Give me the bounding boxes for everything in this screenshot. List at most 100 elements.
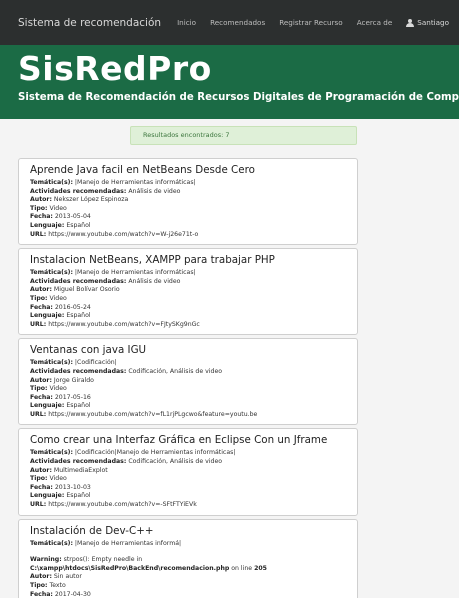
value-tematica: |Manejo de Herramientas informáticas| — [74, 179, 196, 186]
label-autor: Autor: — [30, 376, 52, 384]
value-actividades: Codificación, Análisis de video — [128, 458, 223, 466]
nav-item-inicio[interactable]: Inicio — [177, 18, 196, 27]
result-card: Como crear una Interfaz Gráfica en Eclip… — [18, 428, 358, 516]
label-tipo: Tipo: — [30, 475, 48, 483]
result-tipo: Tipo: Video — [30, 385, 345, 394]
label-tipo: Tipo: — [30, 294, 48, 302]
value-tematica: |Codificación|Manejo de Herramientas inf… — [74, 449, 236, 457]
warning-spacer — [30, 548, 345, 556]
result-lenguaje: Lenguaje: Español — [30, 222, 345, 231]
result-autor: Autor: Nekszer López Espinoza — [30, 196, 345, 205]
result-tematica: Temática(s): |Codificación| — [30, 359, 345, 368]
value-url[interactable]: https://www.youtube.com/watch?v=fL1rjPLg… — [48, 411, 257, 418]
value-tematica: |Codificación| — [74, 359, 117, 367]
value-url[interactable]: https://www.youtube.com/watch?v=W-j26e71… — [48, 231, 198, 238]
value-actividades: Codificación, Análisis de video — [128, 367, 223, 375]
result-autor: Autor: Jorge Giraldo — [30, 377, 345, 386]
value-lenguaje: Español — [66, 402, 91, 410]
label-fecha: Fecha: — [30, 393, 53, 401]
result-card: Instalación de Dev-C++ Temática(s): |Man… — [18, 518, 358, 598]
value-autor: Sin autor — [53, 573, 82, 581]
navbar-brand[interactable]: Sistema de recomendación — [18, 17, 161, 29]
label-tematica: Temática(s): — [30, 179, 73, 186]
label-url: URL: — [30, 230, 47, 238]
label-url: URL: — [30, 410, 47, 418]
user-icon — [406, 18, 415, 27]
value-tipo: Video — [49, 204, 67, 212]
result-card: Ventanas con java IGU Temática(s): |Codi… — [18, 338, 358, 426]
php-warning-location: C:\xampp\htdocs\SisRedPro\BackEnd\recome… — [30, 565, 345, 574]
value-fecha: 2013-10-03 — [54, 483, 91, 491]
value-fecha: 2016-05-24 — [54, 303, 91, 311]
label-autor: Autor: — [30, 573, 52, 581]
results-list: Aprende Java facil en NetBeans Desde Cer… — [18, 158, 358, 598]
result-tipo: Tipo: Video — [30, 205, 345, 214]
page-title: SisRedPro — [18, 49, 212, 88]
label-lenguaje: Lenguaje: — [30, 402, 65, 410]
result-title[interactable]: Aprende Java facil en NetBeans Desde Cer… — [30, 164, 345, 176]
result-lenguaje: Lenguaje: Español — [30, 492, 345, 501]
result-url: URL: https://www.youtube.com/watch?v=FJt… — [30, 321, 345, 330]
value-tipo: Texto — [49, 582, 66, 589]
value-autor: Nekszer López Espinoza — [53, 196, 129, 204]
label-tematica: Temática(s): — [30, 269, 73, 277]
value-actividades: Análisis de video — [128, 187, 181, 195]
result-actividades: Actividades recomendadas: Análisis de vi… — [30, 278, 345, 287]
value-lenguaje: Español — [66, 221, 91, 229]
label-url: URL: — [30, 320, 47, 328]
label-tipo: Tipo: — [30, 204, 48, 212]
result-tematica: Temática(s): |Manejo de Herramientas inf… — [30, 269, 345, 278]
label-tipo: Tipo: — [30, 582, 48, 589]
label-autor: Autor: — [30, 466, 52, 474]
result-tipo: Tipo: Texto — [30, 582, 345, 591]
value-autor: Jorge Giraldo — [53, 376, 94, 384]
label-warning: Warning: — [30, 556, 62, 564]
value-autor: MultimediaExplot — [53, 466, 108, 474]
result-fecha: Fecha: 2013-10-03 — [30, 484, 345, 493]
value-fecha: 2013-05-04 — [54, 213, 91, 221]
value-tipo: Video — [49, 294, 67, 302]
label-fecha: Fecha: — [30, 483, 53, 491]
value-url[interactable]: https://www.youtube.com/watch?v=FJtySKg9… — [48, 321, 200, 328]
value-fecha: 2017-04-30 — [54, 590, 91, 598]
value-url[interactable]: https://www.youtube.com/watch?v=-SFtFTYi… — [48, 501, 197, 508]
nav-item-acerca-de[interactable]: Acerca de — [357, 18, 393, 27]
label-autor: Autor: — [30, 286, 52, 294]
result-autor: Autor: Sin autor — [30, 573, 345, 582]
result-actividades: Actividades recomendadas: Codificación, … — [30, 458, 345, 467]
value-tipo: Video — [49, 385, 67, 393]
label-actividades: Actividades recomendadas: — [30, 277, 127, 285]
nav-item-recomendados[interactable]: Recomendados — [210, 18, 265, 27]
label-lenguaje: Lenguaje: — [30, 492, 65, 500]
results-count-alert: Resultados encontrados: 7 — [130, 126, 357, 145]
result-title[interactable]: Instalacion NetBeans, XAMPP para trabaja… — [30, 254, 345, 266]
result-tipo: Tipo: Video — [30, 295, 345, 304]
result-title[interactable]: Como crear una Interfaz Gráfica en Eclip… — [30, 434, 345, 446]
result-tematica: Temática(s): |Manejo de Herramientas inf… — [30, 540, 345, 549]
value-fecha: 2017-05-16 — [54, 393, 91, 401]
result-actividades: Actividades recomendadas: Codificación, … — [30, 368, 345, 377]
value-tipo: Video — [49, 475, 67, 483]
nav-item-registrar-recurso[interactable]: Registrar Recurso — [279, 18, 343, 27]
navbar: Sistema de recomendación Inicio Recomend… — [0, 0, 459, 45]
result-title[interactable]: Ventanas con java IGU — [30, 344, 345, 356]
label-tipo: Tipo: — [30, 385, 48, 393]
value-autor: Miguel Bolívar Osorio — [53, 286, 120, 294]
label-actividades: Actividades recomendadas: — [30, 187, 127, 195]
label-tematica: Temática(s): — [30, 359, 73, 367]
label-lenguaje: Lenguaje: — [30, 221, 65, 229]
label-fecha: Fecha: — [30, 213, 53, 221]
result-fecha: Fecha: 2016-05-24 — [30, 304, 345, 313]
label-actividades: Actividades recomendadas: — [30, 367, 127, 375]
result-tematica: Temática(s): |Manejo de Herramientas inf… — [30, 179, 345, 188]
php-warning: Warning: strpos(): Empty needle in — [30, 556, 345, 565]
result-fecha: Fecha: 2017-04-30 — [30, 591, 345, 598]
result-title[interactable]: Instalación de Dev-C++ — [30, 525, 345, 537]
result-lenguaje: Lenguaje: Español — [30, 402, 345, 411]
result-autor: Autor: Miguel Bolívar Osorio — [30, 286, 345, 295]
nav-user-menu[interactable]: Santiago — [406, 18, 449, 27]
page-header: SisRedPro Sistema de Recomendación de Re… — [0, 45, 459, 119]
value-tematica: |Manejo de Herramientas informáticas| — [74, 269, 196, 277]
nav-user-name: Santiago — [417, 18, 449, 27]
warning-text: strpos(): Empty needle in — [63, 556, 143, 564]
